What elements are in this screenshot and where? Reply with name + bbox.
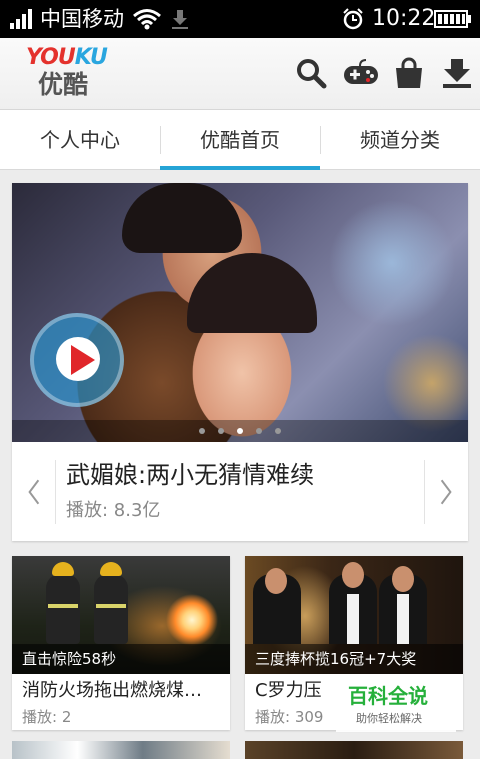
- thumbnail-figure: [96, 604, 126, 608]
- thumbnail-figure: [100, 562, 122, 576]
- logo-chinese: 优酷: [38, 70, 89, 99]
- featured-video-title[interactable]: 武媚娘:两小无猜情难续: [66, 458, 314, 492]
- video-caption: 直击惊险58秒: [12, 644, 230, 674]
- youku-logo[interactable]: YOUKU 优酷: [26, 45, 108, 102]
- tab-channel-categories[interactable]: 频道分类: [320, 110, 480, 169]
- carousel-dot[interactable]: [256, 428, 262, 434]
- featured-video-thumbnail[interactable]: [12, 183, 468, 442]
- video-caption: 三度捧杯揽16冠+7大奖: [245, 644, 463, 674]
- video-plays: 播放: 2: [22, 708, 72, 726]
- video-plays: 播放: 309: [255, 708, 324, 726]
- battery-icon: [434, 10, 471, 28]
- carousel-dot-active[interactable]: [237, 428, 243, 434]
- thumbnail-figure: [122, 183, 242, 253]
- thumbnail-figure: [94, 574, 128, 644]
- thumbnail-figure: [46, 574, 80, 644]
- carousel-indicator: [12, 420, 468, 442]
- carousel-dot[interactable]: [275, 428, 281, 434]
- download-icon[interactable]: [440, 56, 474, 90]
- thumbnail-figure: [347, 594, 359, 644]
- status-bar: 中国移动 10:22: [0, 0, 480, 38]
- carrier-name: 中国移动: [40, 7, 124, 31]
- tab-youku-home[interactable]: 优酷首页: [160, 110, 320, 170]
- alarm-icon: [343, 8, 363, 30]
- download-icon: [172, 10, 188, 29]
- watermark: 百科全说 助你轻松解决: [336, 676, 456, 732]
- bag-icon[interactable]: [392, 56, 426, 90]
- play-button[interactable]: [30, 313, 124, 407]
- video-card-partial[interactable]: [245, 741, 463, 759]
- featured-video-card[interactable]: 武媚娘:两小无猜情难续 播放: 8.3亿: [12, 183, 468, 541]
- chevron-left-icon[interactable]: [12, 460, 56, 524]
- carousel-dot[interactable]: [218, 428, 224, 434]
- featured-video-info: 武媚娘:两小无猜情难续 播放: 8.3亿: [12, 442, 468, 541]
- thumbnail-figure: [187, 253, 317, 333]
- search-icon[interactable]: [294, 56, 328, 90]
- thumbnail-figure: [392, 566, 414, 592]
- video-card-partial[interactable]: [12, 741, 230, 759]
- thumbnail-figure: [48, 604, 78, 608]
- play-icon: [71, 345, 95, 375]
- featured-video-plays: 播放: 8.3亿: [66, 500, 161, 521]
- thumbnail-figure: [397, 594, 409, 644]
- thumbnail-figure: [265, 568, 287, 594]
- video-thumbnail[interactable]: 直击惊险58秒: [12, 556, 230, 674]
- watermark-subtitle: 助你轻松解决: [356, 712, 422, 725]
- signal-icon: [10, 9, 32, 29]
- carousel-dot[interactable]: [199, 428, 205, 434]
- logo-wordmark: YOUKU: [26, 45, 108, 70]
- video-thumbnail[interactable]: 三度捧杯揽16冠+7大奖: [245, 556, 463, 674]
- chevron-right-icon[interactable]: [424, 460, 468, 524]
- app-header: YOUKU 优酷: [0, 38, 480, 110]
- clock: 10:22: [372, 6, 436, 31]
- thumbnail-figure: [342, 562, 364, 588]
- video-card[interactable]: 直击惊险58秒 消防火场拖出燃烧煤… 播放: 2: [12, 556, 230, 730]
- game-controller-icon[interactable]: [342, 56, 380, 90]
- video-title[interactable]: 消防火场拖出燃烧煤…: [22, 678, 230, 704]
- wifi-icon: [133, 9, 161, 30]
- watermark-title: 百科全说: [348, 684, 428, 708]
- tab-bar: 个人中心 优酷首页 频道分类: [0, 110, 480, 170]
- thumbnail-figure: [52, 562, 74, 576]
- tab-personal-center[interactable]: 个人中心: [0, 110, 160, 169]
